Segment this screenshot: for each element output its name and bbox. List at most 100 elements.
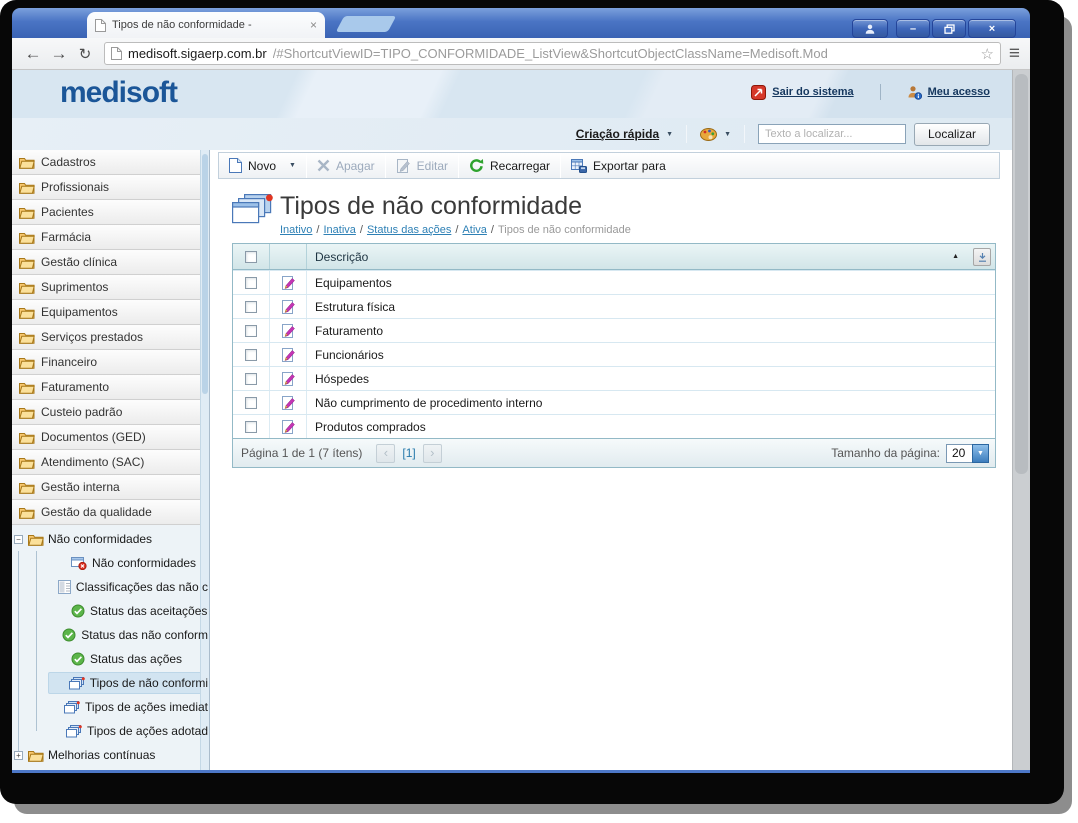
new-button[interactable]: Novo ▼ bbox=[219, 153, 306, 178]
row-checkbox[interactable] bbox=[245, 276, 257, 289]
profile-icon bbox=[865, 24, 875, 34]
tree-item-status-nao-conformidades[interactable]: Status das não conform bbox=[12, 623, 208, 647]
table-row[interactable]: Não cumprimento de procedimento interno bbox=[233, 390, 995, 414]
table-row[interactable]: Faturamento bbox=[233, 318, 995, 342]
bookmark-star-icon[interactable]: ☆ bbox=[980, 45, 993, 63]
sidebar-group-gestao-interna[interactable]: Gestão interna bbox=[12, 475, 209, 500]
page-size-dropdown-icon[interactable]: ▼ bbox=[972, 443, 989, 463]
tree-root-nao-conformidades[interactable]: − Não conformidades bbox=[12, 527, 208, 551]
logout-link[interactable]: Sair do sistema bbox=[751, 84, 854, 100]
tree-item-label: Tipos de ações adotad bbox=[87, 724, 208, 738]
sidebar-group-gestao-clinica[interactable]: Gestão clínica bbox=[12, 250, 209, 275]
row-edit-icon[interactable] bbox=[281, 299, 296, 314]
restore-button[interactable] bbox=[932, 19, 966, 38]
table-row[interactable]: Equipamentos bbox=[233, 270, 995, 294]
sidebar-group-cadastros[interactable]: Cadastros bbox=[12, 150, 209, 175]
folder-icon bbox=[19, 182, 35, 194]
breadcrumb-link[interactable]: Ativa bbox=[462, 224, 486, 236]
reload-button[interactable]: Recarregar bbox=[459, 153, 560, 178]
pager-next-button[interactable]: › bbox=[422, 443, 442, 463]
palette-icon[interactable] bbox=[700, 127, 718, 141]
tree-item-status-aceitacoes[interactable]: Status das aceitações bbox=[12, 599, 208, 623]
column-header-descricao[interactable]: Descrição bbox=[307, 250, 995, 264]
sidebar-group-custeio[interactable]: Custeio padrão bbox=[12, 400, 209, 425]
sidebar-group-suprimentos[interactable]: Suprimentos bbox=[12, 275, 209, 300]
export-button[interactable]: Exportar para bbox=[561, 153, 676, 178]
select-all-checkbox[interactable] bbox=[245, 250, 257, 263]
table-row[interactable]: Estrutura física bbox=[233, 294, 995, 318]
row-edit-icon[interactable] bbox=[281, 323, 296, 338]
tree-item-tipos-nao-conformidade[interactable]: Tipos de não conformi bbox=[12, 671, 208, 695]
page-scrollbar[interactable] bbox=[1012, 70, 1030, 770]
new-caret-icon[interactable]: ▼ bbox=[289, 162, 296, 169]
sidebar-group-farmacia[interactable]: Farmácia bbox=[12, 225, 209, 250]
profile-button[interactable] bbox=[852, 19, 888, 38]
check-circle-icon bbox=[71, 604, 85, 618]
browser-toolbar: ← → ↻ medisoft.sigaerp.com.br /#Shortcut… bbox=[12, 38, 1030, 70]
row-checkbox[interactable] bbox=[245, 372, 257, 385]
forward-button[interactable]: → bbox=[46, 44, 72, 64]
row-edit-icon[interactable] bbox=[281, 275, 296, 290]
row-checkbox[interactable] bbox=[245, 420, 257, 433]
row-checkbox[interactable] bbox=[245, 300, 257, 313]
page-size-select[interactable]: 20 ▼ bbox=[946, 443, 989, 463]
sidebar-group-gestao-qualidade[interactable]: Gestão da qualidade bbox=[12, 500, 209, 525]
tree-root-melhorias[interactable]: + Melhorias contínuas bbox=[12, 743, 208, 767]
collapse-expander-icon[interactable]: − bbox=[14, 534, 23, 544]
sidebar-group-financeiro[interactable]: Financeiro bbox=[12, 350, 209, 375]
expand-expander-icon[interactable]: + bbox=[14, 750, 23, 760]
table-row[interactable]: Hóspedes bbox=[233, 366, 995, 390]
breadcrumb-link[interactable]: Inativo bbox=[280, 224, 312, 236]
browser-tab[interactable]: Tipos de não conformidade - × bbox=[87, 12, 325, 38]
row-edit-icon[interactable] bbox=[281, 371, 296, 386]
address-bar[interactable]: medisoft.sigaerp.com.br /#ShortcutViewID… bbox=[104, 42, 1001, 65]
row-checkbox[interactable] bbox=[245, 348, 257, 361]
quick-create-caret-icon[interactable]: ▼ bbox=[666, 131, 673, 138]
delete-button[interactable]: Apagar bbox=[307, 153, 385, 178]
minimize-button[interactable]: – bbox=[896, 19, 930, 38]
breadcrumb-link[interactable]: Status das ações bbox=[367, 224, 451, 236]
theme-caret-icon[interactable]: ▼ bbox=[724, 131, 731, 138]
restore-icon bbox=[943, 23, 955, 34]
tree-item-tipos-acoes-imediatas[interactable]: Tipos de ações imediat bbox=[12, 695, 208, 719]
tree-item-nao-conformidades[interactable]: Não conformidades bbox=[12, 551, 208, 575]
sidebar-scrollbar-thumb[interactable] bbox=[202, 154, 208, 394]
row-edit-icon[interactable] bbox=[281, 347, 296, 362]
sidebar-group-servicos[interactable]: Serviços prestados bbox=[12, 325, 209, 350]
sidebar-group-profissionais[interactable]: Profissionais bbox=[12, 175, 209, 200]
quick-create-link[interactable]: Criação rápida bbox=[576, 127, 659, 141]
folder-icon bbox=[19, 382, 35, 394]
page-title: Tipos de não conformidade bbox=[280, 192, 583, 220]
pager-current-page[interactable]: [1] bbox=[402, 446, 415, 460]
sort-asc-icon[interactable]: ▲ bbox=[952, 253, 959, 260]
page-scrollbar-thumb[interactable] bbox=[1015, 74, 1028, 474]
sidebar-group-pacientes[interactable]: Pacientes bbox=[12, 200, 209, 225]
sidebar-group-equipamentos[interactable]: Equipamentos bbox=[12, 300, 209, 325]
table-row[interactable]: Produtos comprados bbox=[233, 414, 995, 438]
sidebar-group-atendimento[interactable]: Atendimento (SAC) bbox=[12, 450, 209, 475]
back-button[interactable]: ← bbox=[20, 44, 46, 64]
new-tab-button[interactable] bbox=[335, 16, 397, 32]
row-checkbox[interactable] bbox=[245, 396, 257, 409]
search-button[interactable]: Localizar bbox=[914, 122, 990, 146]
row-checkbox[interactable] bbox=[245, 324, 257, 337]
search-input[interactable] bbox=[758, 124, 906, 144]
tree-item-classificacoes[interactable]: Classificações das não c bbox=[12, 575, 208, 599]
tree-item-status-acoes[interactable]: Status das ações bbox=[12, 647, 208, 671]
row-edit-icon[interactable] bbox=[281, 419, 296, 434]
table-row[interactable]: Funcionários bbox=[233, 342, 995, 366]
my-access-link[interactable]: Meu acesso bbox=[907, 85, 990, 100]
sidebar-group-documentos[interactable]: Documentos (GED) bbox=[12, 425, 209, 450]
row-edit-icon[interactable] bbox=[281, 395, 296, 410]
breadcrumb-link[interactable]: Inativa bbox=[323, 224, 355, 236]
reload-button[interactable]: ↻ bbox=[72, 45, 98, 63]
tab-close-icon[interactable]: × bbox=[310, 18, 317, 32]
edit-button[interactable]: Editar bbox=[386, 153, 458, 178]
tree-item-label: Status das ações bbox=[90, 652, 183, 666]
column-menu-button[interactable] bbox=[973, 248, 991, 266]
browser-menu-icon[interactable]: ≡ bbox=[1009, 43, 1020, 65]
close-button[interactable]: × bbox=[968, 19, 1016, 38]
pager-prev-button[interactable]: ‹ bbox=[376, 443, 396, 463]
tree-item-tipos-acoes-adotadas[interactable]: Tipos de ações adotad bbox=[12, 719, 208, 743]
sidebar-group-faturamento[interactable]: Faturamento bbox=[12, 375, 209, 400]
